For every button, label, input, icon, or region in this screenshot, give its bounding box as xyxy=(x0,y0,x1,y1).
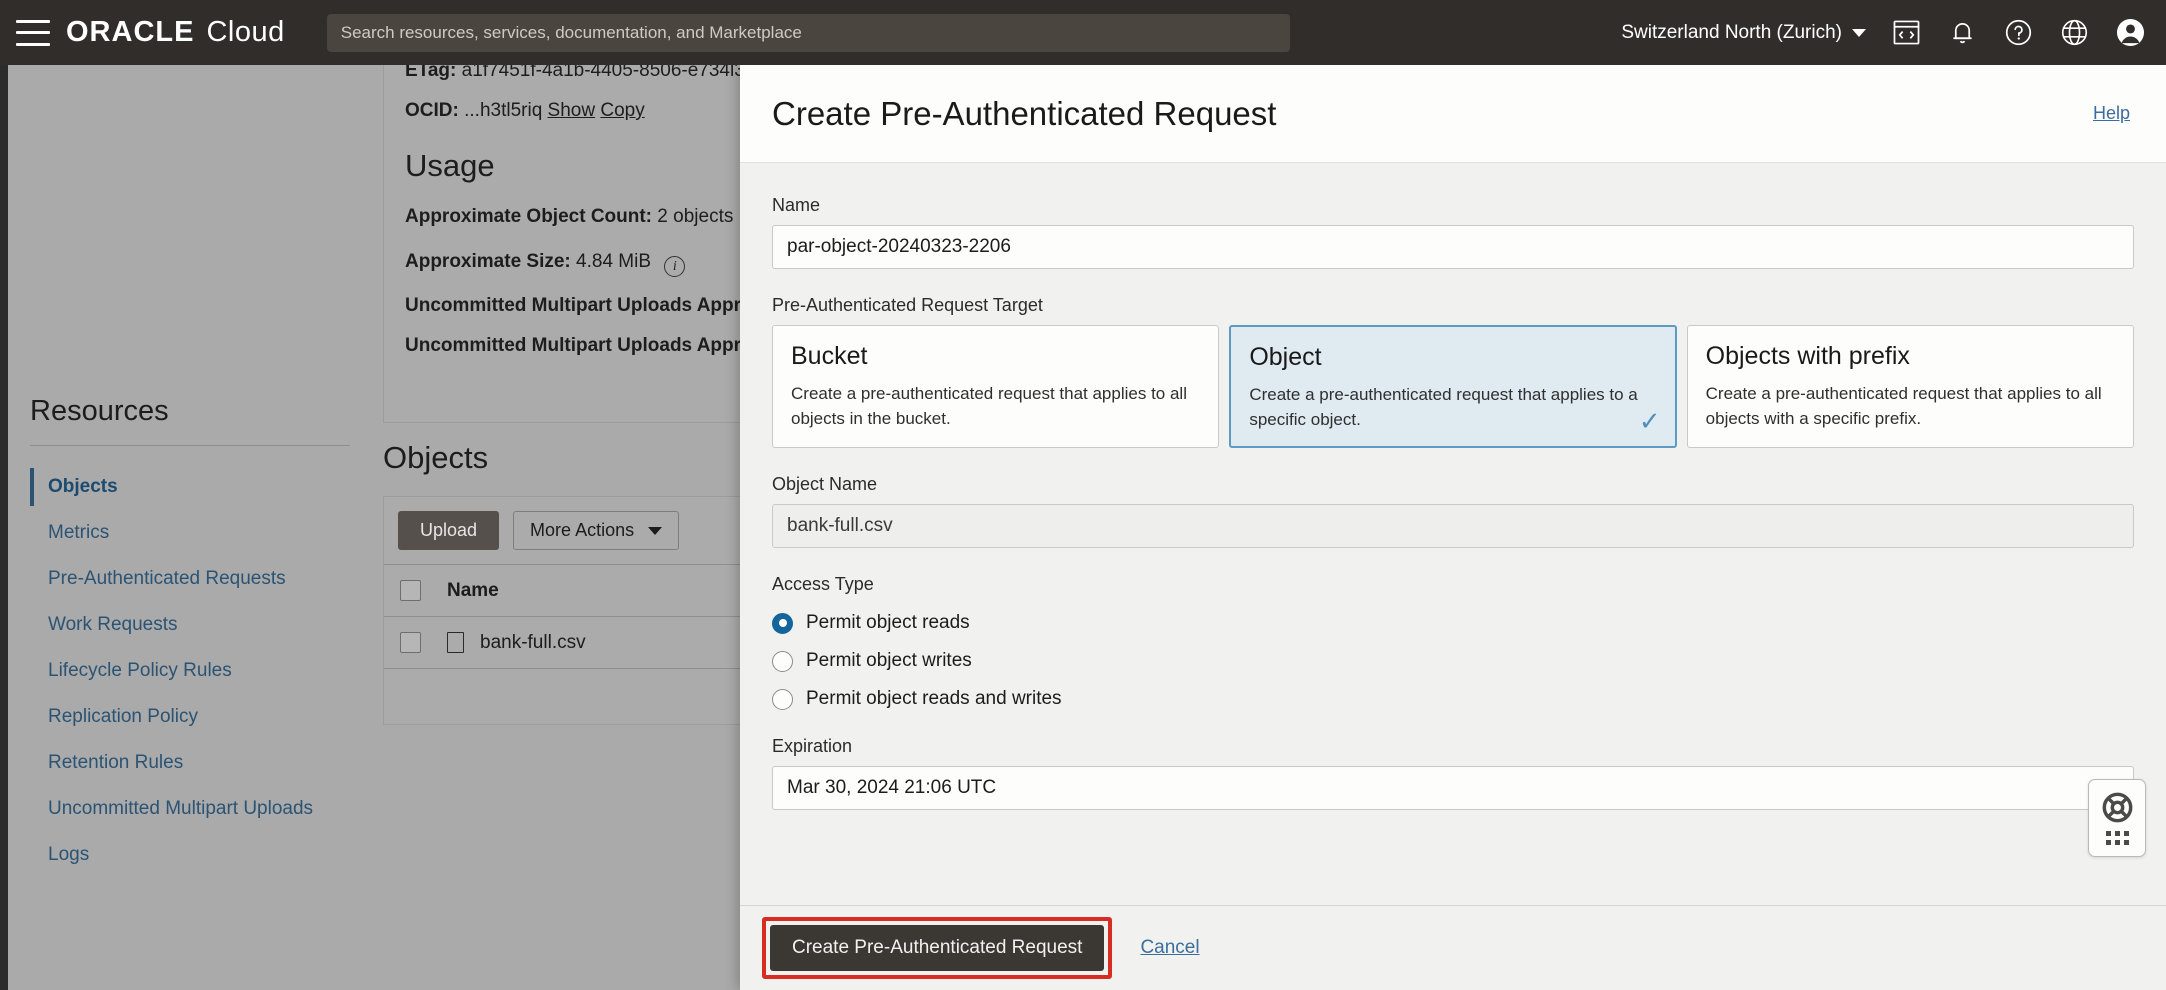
sidebar-item-objects[interactable]: Objects xyxy=(30,464,370,510)
access-type-label: Access Type xyxy=(772,574,874,595)
expiration-field: Mar 30, 2024 21:06 UTC xyxy=(772,766,2134,811)
region-label: Switzerland North (Zurich) xyxy=(1621,21,1842,43)
row-name-text: bank-full.csv xyxy=(480,631,586,653)
sidebar-item-label: Metrics xyxy=(48,522,110,543)
radio-button-icon[interactable] xyxy=(772,612,793,634)
sidebar-item-label: Lifecycle Policy Rules xyxy=(48,660,232,681)
user-avatar-icon[interactable] xyxy=(2114,17,2146,49)
search-placeholder: Search resources, services, documentatio… xyxy=(340,22,802,42)
sidebar-item-label: Logs xyxy=(48,844,90,865)
create-par-button[interactable]: Create Pre-Authenticated Request xyxy=(770,925,1105,971)
upload-button[interactable]: Upload xyxy=(398,511,500,550)
sidebar-item-uncommitted-multipart-uploads[interactable]: Uncommitted Multipart Uploads xyxy=(30,786,370,832)
access-type-radio-group: Permit object reads Permit object writes… xyxy=(772,604,2134,718)
page-title: Create Pre-Authenticated Request xyxy=(772,94,1277,132)
hamburger-menu-icon[interactable] xyxy=(16,19,50,46)
dialog-body: Name par-object-20240323-2206 Pre-Authen… xyxy=(740,163,2166,905)
object-name-label: Object Name xyxy=(772,474,878,495)
radio-permit-object-reads-and-writes[interactable]: Permit object reads and writes xyxy=(772,680,2134,718)
row-name-cell: bank-full.csv xyxy=(447,632,586,654)
submit-highlight-annotation: Create Pre-Authenticated Request xyxy=(762,917,1113,979)
sidebar-item-metrics[interactable]: Metrics xyxy=(30,510,370,556)
column-header-name: Name xyxy=(447,579,499,601)
language-globe-icon[interactable] xyxy=(2058,17,2090,49)
expiration-label: Expiration xyxy=(772,736,853,757)
sidebar-item-lifecycle-policy-rules[interactable]: Lifecycle Policy Rules xyxy=(30,648,370,694)
radio-label: Permit object reads xyxy=(806,612,970,634)
sidebar-item-retention-rules[interactable]: Retention Rules xyxy=(30,740,370,786)
radio-button-icon[interactable] xyxy=(772,688,793,710)
chevron-down-icon xyxy=(648,526,663,535)
target-card-description: Create a pre-authenticated request that … xyxy=(791,384,1187,428)
target-card-title: Object xyxy=(1249,343,1322,371)
target-card-title: Objects with prefix xyxy=(1705,342,1910,370)
top-bar-right: Switzerland North (Zurich) xyxy=(1621,0,2146,65)
search-input[interactable]: Search resources, services, documentatio… xyxy=(326,13,1290,52)
more-actions-button[interactable]: More Actions xyxy=(513,511,680,550)
drag-handle-icon[interactable] xyxy=(2105,831,2129,845)
sidebar-item-label: Objects xyxy=(48,476,118,497)
target-card-title: Bucket xyxy=(791,342,868,370)
sidebar-item-label: Retention Rules xyxy=(48,752,184,773)
sidebar-item-label: Uncommitted Multipart Uploads xyxy=(48,798,314,819)
ocid-copy-link[interactable]: Copy xyxy=(600,100,644,121)
resources-heading: Resources xyxy=(30,395,169,427)
top-navigation-bar: ORACLE Cloud Search resources, services,… xyxy=(0,0,2166,65)
oracle-cloud-logo: ORACLE Cloud xyxy=(66,16,285,49)
target-card-bucket[interactable]: Bucket Create a pre-authenticated reques… xyxy=(772,325,1220,449)
radio-permit-object-reads[interactable]: Permit object reads xyxy=(772,604,2134,642)
radio-permit-object-writes[interactable]: Permit object writes xyxy=(772,642,2134,680)
cloud-shell-icon[interactable] xyxy=(1890,17,1922,49)
lifebuoy-icon xyxy=(2102,792,2132,823)
size-label: Approximate Size: xyxy=(405,250,571,272)
object-count-label: Approximate Object Count: xyxy=(405,206,653,227)
more-actions-label: More Actions xyxy=(530,520,635,540)
help-link[interactable]: Help xyxy=(2093,103,2130,124)
target-card-description: Create a pre-authenticated request that … xyxy=(1705,384,2102,428)
create-par-dialog: Create Pre-Authenticated Request Help Na… xyxy=(740,65,2166,990)
file-icon xyxy=(447,632,464,653)
chevron-down-icon xyxy=(1852,28,1866,37)
sidebar-item-work-requests[interactable]: Work Requests xyxy=(30,602,370,648)
check-icon: ✓ xyxy=(1638,406,1661,437)
help-question-icon[interactable] xyxy=(2002,17,2034,49)
cancel-link[interactable]: Cancel xyxy=(1140,937,1199,959)
ocid-show-link[interactable]: Show xyxy=(548,100,596,121)
target-label: Pre-Authenticated Request Target xyxy=(772,295,1043,315)
region-selector[interactable]: Switzerland North (Zurich) xyxy=(1621,22,1866,44)
notifications-bell-icon[interactable] xyxy=(1946,17,1978,49)
target-card-description: Create a pre-authenticated request that … xyxy=(1249,385,1638,429)
target-card-object[interactable]: Object Create a pre-authenticated reques… xyxy=(1229,325,1677,449)
name-input[interactable]: par-object-20240323-2206 xyxy=(772,225,2134,269)
object-count-value: 2 objects xyxy=(657,206,734,227)
radio-label: Permit object reads and writes xyxy=(806,688,1062,710)
sidebar-item-replication-policy[interactable]: Replication Policy xyxy=(30,694,370,740)
expiration-input[interactable]: Mar 30, 2024 21:06 UTC xyxy=(772,766,2134,811)
brand-cloud: Cloud xyxy=(206,16,285,48)
size-value: 4.84 MiB xyxy=(576,250,652,272)
brand-oracle: ORACLE xyxy=(66,16,195,48)
target-card-objects-with-prefix[interactable]: Objects with prefix Create a pre-authent… xyxy=(1686,325,2134,449)
sidebar-item-label: Pre-Authenticated Requests xyxy=(48,568,286,589)
help-widget[interactable] xyxy=(2088,779,2146,857)
radio-button-icon[interactable] xyxy=(772,650,793,672)
target-cards: Bucket Create a pre-authenticated reques… xyxy=(772,325,2134,449)
page-left-edge xyxy=(0,65,8,990)
ocid-label: OCID: xyxy=(405,100,459,121)
resources-divider xyxy=(30,445,350,446)
radio-label: Permit object writes xyxy=(806,650,972,672)
sidebar-item-label: Work Requests xyxy=(48,614,178,635)
ocid-value: ...h3tl5riq xyxy=(464,100,543,121)
select-all-checkbox[interactable] xyxy=(400,580,421,601)
name-label: Name xyxy=(772,195,821,215)
row-checkbox[interactable] xyxy=(400,632,421,653)
object-name-input[interactable]: bank-full.csv xyxy=(772,504,2134,549)
sidebar-item-logs[interactable]: Logs xyxy=(30,832,370,878)
resources-sidebar: Resources Objects Metrics Pre-Authentica… xyxy=(30,395,370,878)
sidebar-item-label: Replication Policy xyxy=(48,706,198,727)
sidebar-item-pre-authenticated-requests[interactable]: Pre-Authenticated Requests xyxy=(30,556,370,602)
dialog-footer: Create Pre-Authenticated Request Cancel xyxy=(740,905,2166,990)
dialog-header: Create Pre-Authenticated Request Help xyxy=(740,65,2166,163)
info-icon[interactable]: i xyxy=(664,256,686,277)
